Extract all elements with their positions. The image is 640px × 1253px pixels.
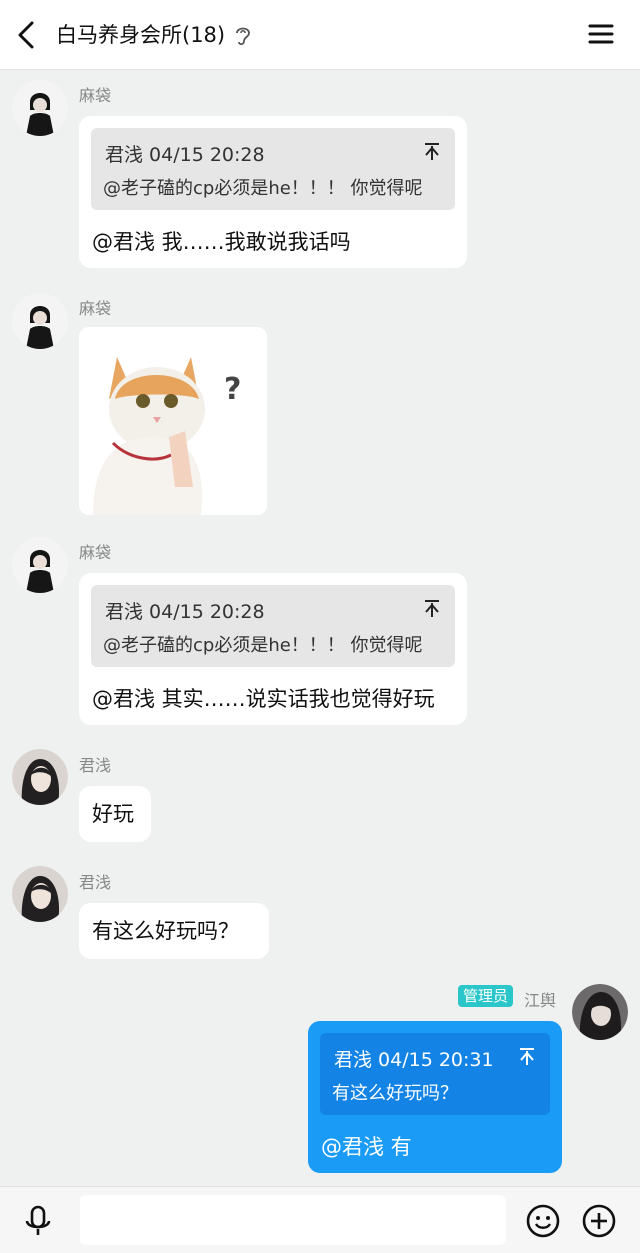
avatar[interactable] — [12, 866, 68, 922]
jump-to-top-icon[interactable] — [423, 142, 441, 162]
quoted-message[interactable]: 君浅 04/15 20:28 @老子磕的cp必须是he！！！ 你觉得呢 — [91, 128, 455, 210]
sender-name: 麻袋 — [79, 299, 112, 318]
quote-meta: 君浅 04/15 20:31 — [334, 1049, 494, 1071]
question-mark: ? — [224, 372, 241, 407]
quote-text: @老子磕的cp必须是he！！！ 你觉得呢 — [103, 635, 423, 656]
sender-name: 君浅 — [79, 756, 112, 775]
admin-badge: 管理员 — [458, 985, 514, 1007]
message-text: @君浅 有 — [321, 1135, 412, 1159]
message-text: 有这么好玩吗？ — [92, 919, 239, 943]
chevron-left-icon[interactable] — [10, 17, 46, 53]
jump-to-top-icon[interactable] — [423, 599, 441, 619]
message-bubble[interactable]: 君浅 04/15 20:28 @老子磕的cp必须是he！！！ 你觉得呢 @君浅 … — [79, 116, 467, 268]
quote-meta: 君浅 04/15 20:28 — [105, 144, 265, 166]
sender-name: 君浅 — [79, 873, 112, 892]
message-text: 好玩 — [92, 802, 134, 826]
input-bar — [0, 1186, 640, 1253]
quote-text: @老子磕的cp必须是he！！！ 你觉得呢 — [103, 178, 423, 199]
avatar[interactable] — [12, 749, 68, 805]
microphone-icon[interactable] — [20, 1203, 56, 1239]
sender-name: 麻袋 — [79, 543, 112, 562]
message-bubble[interactable]: 有这么好玩吗？ — [79, 903, 269, 959]
message-text: @君浅 其实……说实话我也觉得好玩 — [92, 687, 435, 711]
sender-name: 麻袋 — [79, 86, 112, 105]
plus-circle-icon[interactable] — [581, 1203, 617, 1239]
cat-sticker-image[interactable]: ? — [79, 327, 267, 515]
quoted-message[interactable]: 君浅 04/15 20:28 @老子磕的cp必须是he！！！ 你觉得呢 — [91, 585, 455, 667]
avatar[interactable] — [12, 80, 68, 136]
avatar[interactable] — [12, 293, 68, 349]
message-text: @君浅 我……我敢说我话吗 — [92, 230, 351, 254]
message-bubble[interactable]: 好玩 — [79, 786, 151, 842]
avatar[interactable] — [12, 537, 68, 593]
quote-text: 有这么好玩吗？ — [332, 1083, 458, 1104]
avatar[interactable] — [572, 984, 628, 1040]
hamburger-icon[interactable] — [585, 18, 617, 50]
message-bubble[interactable]: 君浅 04/15 20:28 @老子磕的cp必须是he！！！ 你觉得呢 @君浅 … — [79, 573, 467, 725]
chat-title[interactable]: 白马养身会所(18) — [56, 18, 225, 52]
chat-header: 白马养身会所(18) — [0, 0, 640, 70]
jump-to-top-icon[interactable] — [518, 1047, 536, 1067]
message-input[interactable] — [80, 1195, 506, 1245]
quoted-message[interactable]: 君浅 04/15 20:31 有这么好玩吗？ — [320, 1033, 550, 1115]
my-message-bubble[interactable]: 君浅 04/15 20:31 有这么好玩吗？ @君浅 有 — [308, 1021, 562, 1173]
ear-icon — [236, 27, 250, 46]
sender-name: 江舆 — [524, 991, 557, 1010]
smiley-icon[interactable] — [525, 1203, 561, 1239]
quote-meta: 君浅 04/15 20:28 — [105, 601, 265, 623]
